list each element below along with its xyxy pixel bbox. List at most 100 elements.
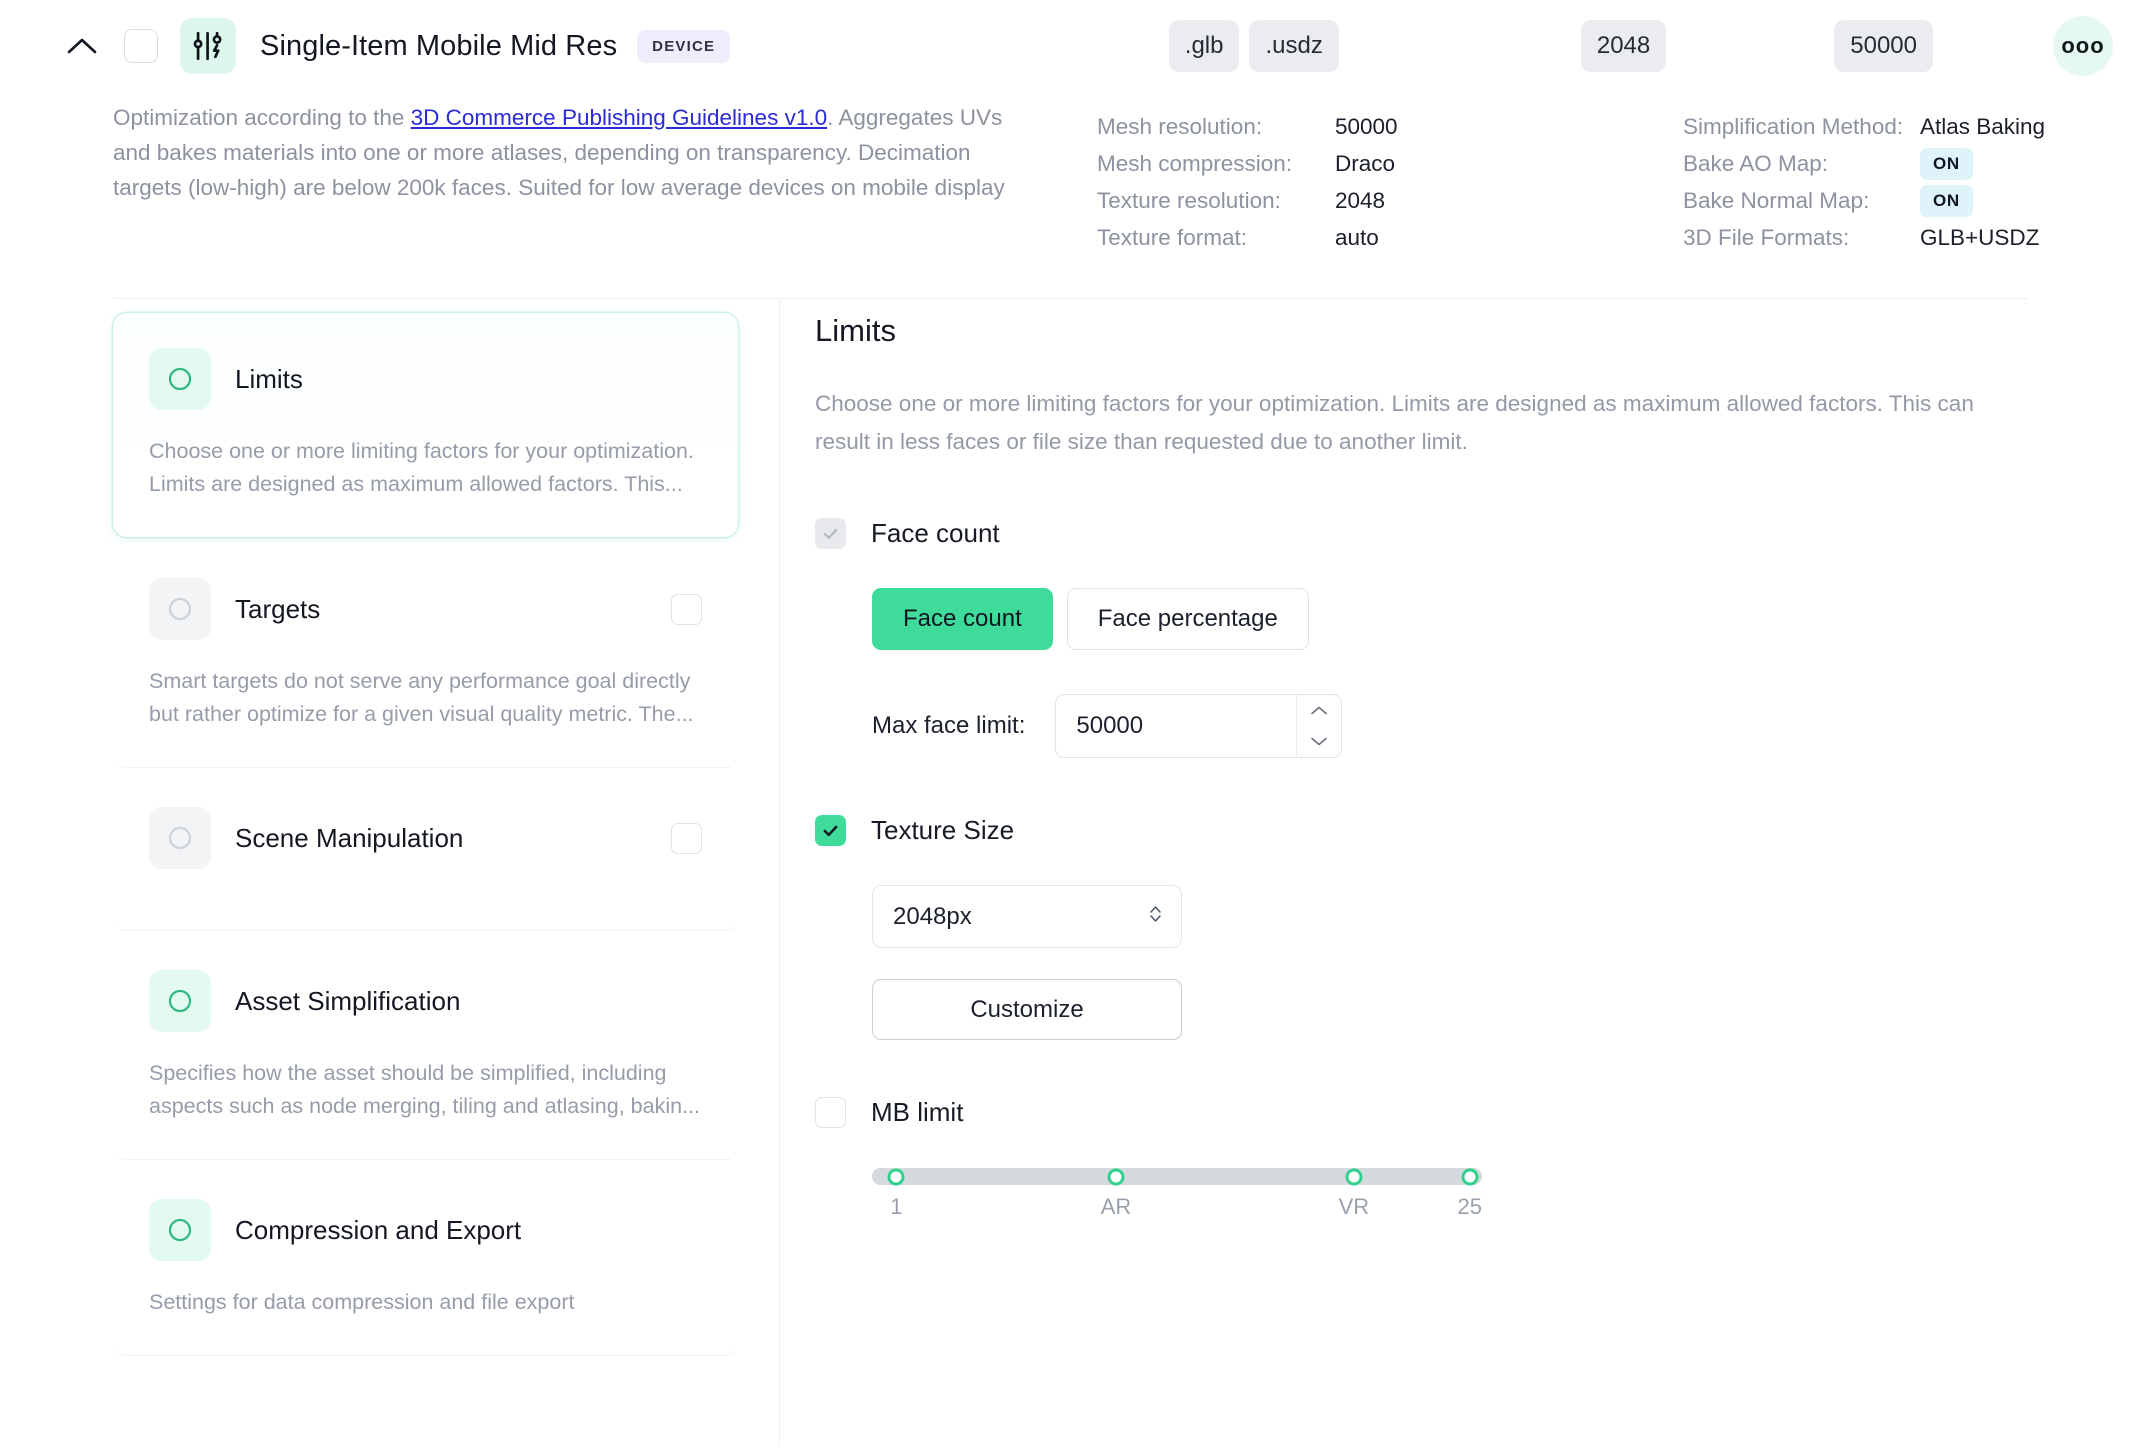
meta-column-left: Mesh resolution: 50000 Mesh compression:… <box>1097 100 1597 256</box>
slider-marker-ar[interactable] <box>1107 1168 1125 1185</box>
circle-ring-icon <box>149 807 211 869</box>
card-header: Asset Simplification <box>149 969 702 1033</box>
more-options-icon[interactable]: ooo <box>2053 16 2113 76</box>
meta-key: Simplification Method: <box>1683 113 1904 139</box>
slider-tick-label: 1 <box>890 1194 903 1219</box>
face-mode-segmented-control: Face count Face percentage <box>872 588 2141 650</box>
sidebar-item-asset-simplification[interactable]: Asset Simplification Specifies how the a… <box>113 935 738 1160</box>
chip-texture-resolution[interactable]: 2048 <box>1580 20 1667 72</box>
status-badge: ON <box>1920 147 1973 180</box>
meta-value: Atlas Baking <box>1920 113 2046 139</box>
panel-description: Choose one or more limiting factors for … <box>815 391 1974 454</box>
slider-marker-vr[interactable] <box>1345 1168 1363 1185</box>
sidebar-item-compression-and-export[interactable]: Compression and Export Settings for data… <box>113 1164 738 1356</box>
texture-size-label: Texture Size <box>871 815 1015 845</box>
segment-face-percentage[interactable]: Face percentage <box>1066 588 1309 650</box>
texture-size-option: Texture Size <box>815 815 2141 846</box>
circle-ring-icon <box>149 1199 211 1261</box>
slider-track[interactable] <box>872 1168 1482 1185</box>
optimization-preset-page: Single-Item Mobile Mid Res DEVICE .glb .… <box>0 0 2141 1450</box>
slider-tick-label: AR <box>1100 1194 1132 1219</box>
stepper-up-icon[interactable] <box>1297 695 1341 726</box>
sidebar-item-description: Smart targets do not serve any performan… <box>149 669 694 726</box>
meta-key: Texture resolution: <box>1097 187 1281 213</box>
texture-size-select[interactable]: 2048px <box>872 885 1182 948</box>
meta-row: Texture format: auto <box>1097 219 1597 256</box>
sidebar-item-label: Compression and Export <box>235 1214 522 1245</box>
meta-key: 3D File Formats: <box>1683 224 1850 250</box>
meta-row: Mesh compression: Draco <box>1097 145 1597 182</box>
guidelines-link[interactable]: 3D Commerce Publishing Guidelines v1.0 <box>411 105 827 130</box>
meta-key: Mesh compression: <box>1097 150 1293 176</box>
meta-key: Texture format: <box>1097 224 1248 250</box>
meta-value: 2048 <box>1335 187 1386 213</box>
sidebar-item-label: Targets <box>235 593 321 624</box>
mb-limit-label: MB limit <box>871 1097 964 1127</box>
mb-limit-slider[interactable]: 1 AR VR 25 <box>872 1168 1482 1228</box>
sidebar-item-label: Asset Simplification <box>235 985 461 1016</box>
card-header: Targets <box>149 577 702 641</box>
chevron-updown-icon <box>1148 903 1163 930</box>
sidebar-item-description: Choose one or more limiting factors for … <box>149 439 694 496</box>
circle-ring-icon <box>149 578 211 640</box>
preset-summary: Optimization according to the 3D Commerc… <box>0 92 2141 256</box>
description-lead: Optimization according to the <box>113 105 411 130</box>
chip-glb[interactable]: .glb <box>1168 20 1240 72</box>
content-body: Limits Choose one or more limiting facto… <box>0 299 2141 1446</box>
meta-value: GLB+USDZ <box>1920 224 2040 250</box>
device-badge: DEVICE <box>637 29 731 63</box>
max-face-limit-value: 50000 <box>1076 712 1144 739</box>
card-header: Scene Manipulation <box>149 806 702 870</box>
sidebar-item-targets[interactable]: Targets Smart targets do not serve any p… <box>113 543 738 768</box>
sidebar-item-description: Settings for data compression and file e… <box>149 1290 575 1314</box>
slider-marker-min[interactable] <box>887 1168 905 1185</box>
mb-limit-option: MB limit <box>815 1097 2141 1128</box>
sidebar-item-limits[interactable]: Limits Choose one or more limiting facto… <box>113 313 738 537</box>
customize-button[interactable]: Customize <box>872 979 1182 1040</box>
sidebar-item-checkbox[interactable] <box>671 593 702 625</box>
sidebar-item-label: Scene Manipulation <box>235 822 464 853</box>
file-format-chips: .glb .usdz <box>1168 20 1339 72</box>
slider-marker-max[interactable] <box>1461 1168 1479 1185</box>
circle-ring-icon <box>149 348 211 410</box>
face-count-option: Face count <box>815 518 2141 549</box>
sidebar-item-checkbox[interactable] <box>671 822 702 854</box>
stepper-down-icon[interactable] <box>1297 726 1341 757</box>
slider-tick-label: VR <box>1338 1194 1370 1219</box>
slider-ticks: 1 AR VR 25 <box>872 1194 1482 1228</box>
number-stepper[interactable] <box>1296 695 1341 757</box>
max-face-limit-label: Max face limit: <box>872 712 1026 739</box>
sidebar-item-label: Limits <box>235 363 303 394</box>
chip-usdz[interactable]: .usdz <box>1249 20 1339 72</box>
texture-size-checkbox[interactable] <box>815 815 846 846</box>
meta-row: Mesh resolution: 50000 <box>1097 108 1597 145</box>
meta-row: 3D File Formats: GLB+USDZ <box>1683 219 2141 256</box>
sidebar-item-scene-manipulation[interactable]: Scene Manipulation <box>113 772 738 931</box>
face-count-checkbox[interactable] <box>815 518 846 549</box>
preset-header: Single-Item Mobile Mid Res DEVICE .glb .… <box>0 0 2141 92</box>
preset-description: Optimization according to the 3D Commerc… <box>113 100 1018 205</box>
face-count-label: Face count <box>871 518 1000 548</box>
sidebar-item-description: Specifies how the asset should be simpli… <box>149 1061 700 1118</box>
meta-row: Texture resolution: 2048 <box>1097 182 1597 219</box>
sliders-bolt-icon <box>180 18 236 74</box>
max-face-limit-input[interactable]: 50000 <box>1055 694 1343 758</box>
slider-tick-label: 25 <box>1457 1194 1483 1219</box>
limits-panel: Limits Choose one or more limiting facto… <box>780 299 2141 1446</box>
meta-column-right: Simplification Method: Atlas Baking Bake… <box>1683 100 2141 256</box>
mb-limit-checkbox[interactable] <box>815 1097 846 1128</box>
max-face-limit-row: Max face limit: 50000 <box>872 694 2141 758</box>
meta-value: 50000 <box>1335 113 1398 139</box>
meta-row: Bake AO Map: ON <box>1683 145 2141 182</box>
texture-size-value: 2048px <box>893 902 972 930</box>
meta-key: Bake AO Map: <box>1683 150 1829 176</box>
meta-row: Bake Normal Map: ON <box>1683 182 2141 219</box>
chip-face-count[interactable]: 50000 <box>1834 20 1933 72</box>
status-badge: ON <box>1920 184 1973 217</box>
preset-select-checkbox[interactable] <box>124 29 158 63</box>
card-header: Compression and Export <box>149 1198 702 1262</box>
meta-key: Bake Normal Map: <box>1683 187 1870 213</box>
meta-row: Simplification Method: Atlas Baking <box>1683 108 2141 145</box>
segment-face-count[interactable]: Face count <box>872 588 1053 650</box>
collapse-chevron-up-icon[interactable] <box>62 26 102 66</box>
